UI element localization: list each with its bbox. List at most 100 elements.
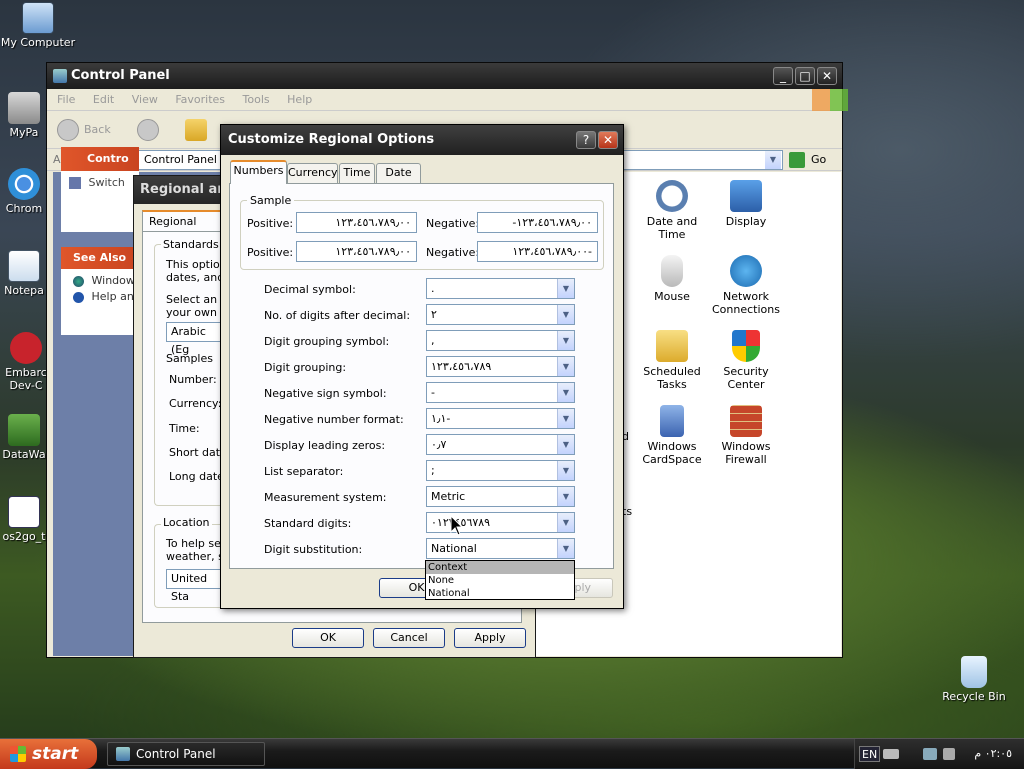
regional-cancel-button[interactable]: Cancel [373,628,445,648]
close-button[interactable]: ✕ [598,131,618,149]
dialog-titlebar[interactable]: Customize Regional Options [221,125,623,155]
tab-regional-options[interactable]: Regional Option [142,210,226,247]
volume-icon[interactable] [943,748,955,760]
regional-apply-button[interactable]: Apply [454,628,526,648]
up-folder-icon[interactable] [185,119,207,141]
desktop-icon-my-computer[interactable]: My Computer [0,2,76,49]
regional-ok-button[interactable]: OK [292,628,364,648]
desktop-icon-label: Embarc Dev-C [5,366,47,392]
cp-item-date-time[interactable]: Date and Time [634,180,710,241]
location-select[interactable]: United Sta [166,569,222,603]
negative-label: Negative: [426,246,480,259]
chevron-down-icon[interactable]: ▼ [557,513,574,532]
forward-icon[interactable] [137,119,159,141]
customize-regional-options-dialog: Customize Regional Options ? ✕ Numbers C… [220,124,624,609]
clock[interactable]: ٠٢:٠٥ م [974,739,1012,769]
cp-item-display[interactable]: Display [708,180,784,228]
dropdown-option-none[interactable]: None [426,574,574,587]
switch-view-link[interactable]: Switch [61,171,139,189]
cp-item-firewall[interactable]: Windows Firewall [708,405,784,466]
chevron-down-icon[interactable]: ▼ [557,461,574,480]
keyboard-icon[interactable] [883,749,899,759]
standard-digits-combo[interactable]: ٠١٢٣٤٥٦٧٨٩ ▼ [426,512,575,533]
sample-long-date-label: Long date: [169,470,228,483]
go-button[interactable]: Go [811,149,826,171]
dropdown-option-national[interactable]: National [426,587,574,600]
leading-zeros-combo[interactable]: ٠٫٧ ▼ [426,434,575,455]
menu-file[interactable]: File [57,93,75,106]
taskbar-item-control-panel[interactable]: Control Panel [107,742,265,766]
cardspace-icon [660,405,684,437]
minimize-button[interactable]: _ [773,67,793,85]
start-label: start [32,744,79,764]
tab-numbers[interactable]: Numbers [230,160,287,184]
start-button[interactable]: start [0,739,97,769]
recycle-bin-icon [961,656,987,688]
chevron-down-icon[interactable]: ▼ [557,331,574,350]
menu-view[interactable]: View [132,93,158,106]
system-tray: EN ٠٢:٠٥ م [854,739,1024,769]
negative-number-format-label: Negative number format: [264,413,404,426]
tab-currency[interactable]: Currency [287,163,338,183]
see-also-link-help[interactable]: Help an [61,287,139,303]
maximize-button[interactable]: □ [795,67,815,85]
location-text: To help ser [166,537,226,550]
negative-number-format-combo[interactable]: ١٫١- ▼ [426,408,575,429]
go-arrow-icon[interactable] [789,152,805,168]
digits-after-decimal-combo[interactable]: ٢ ▼ [426,304,575,325]
cp-item-security-center[interactable]: Security Center [708,330,784,391]
switch-text: Switch [88,176,125,189]
desktop-icon-label: os2go_t [2,530,46,543]
decimal-symbol-combo[interactable]: . ▼ [426,278,575,299]
locale-select[interactable]: Arabic (Eg [166,322,222,356]
negative-sign-symbol-label: Negative sign symbol: [264,387,387,400]
chevron-down-icon[interactable]: ▼ [557,383,574,402]
measurement-system-combo[interactable]: Metric ▼ [426,486,575,507]
window-titlebar[interactable]: Control Panel [47,63,842,89]
combo-value: National [431,542,477,555]
menu-favorites[interactable]: Favorites [175,93,225,106]
cp-item-cardspace[interactable]: Windows CardSpace [634,405,710,466]
negative-sign-symbol-combo[interactable]: - ▼ [426,382,575,403]
chevron-down-icon[interactable]: ▼ [557,357,574,376]
see-also-link-windows[interactable]: Window [61,269,139,287]
menu-edit[interactable]: Edit [93,93,114,106]
notepad-icon [8,250,40,282]
dialog-title: Customize Regional Options [228,132,435,147]
see-also-link-text: Help an [91,290,134,303]
cp-item-label: Windows CardSpace [642,440,702,466]
chevron-down-icon[interactable]: ▼ [557,305,574,324]
shield-icon [732,330,760,362]
menu-help[interactable]: Help [287,93,312,106]
numbers-tabpanel: Sample Positive: ١٢٣،٤٥٦،٧٨٩٫٠٠ Negative… [229,183,614,569]
network-tray-icon[interactable] [923,748,937,760]
dropdown-option-context[interactable]: Context [426,561,574,574]
windows-flag-icon [10,746,26,762]
menu-tools[interactable]: Tools [243,93,270,106]
digit-substitution-combo[interactable]: National ▼ [426,538,575,559]
cp-item-label: Display [725,215,767,228]
cp-item-mouse[interactable]: Mouse [634,255,710,303]
digit-grouping-symbol-combo[interactable]: , ▼ [426,330,575,351]
see-also-title: See Also [73,251,127,264]
cp-item-scheduled-tasks[interactable]: Scheduled Tasks [634,330,710,391]
back-icon[interactable] [57,119,79,141]
back-button-label[interactable]: Back [84,123,111,136]
help-button[interactable]: ? [576,131,596,149]
cp-item-network[interactable]: Network Connections [708,255,784,316]
address-dropdown-arrow[interactable]: ▼ [765,151,781,169]
chevron-down-icon[interactable]: ▼ [557,539,574,558]
tab-time[interactable]: Time [339,163,375,183]
tab-date[interactable]: Date [376,163,421,183]
mouse-cursor-icon [450,515,464,536]
chevron-down-icon[interactable]: ▼ [557,487,574,506]
chevron-down-icon[interactable]: ▼ [557,435,574,454]
language-indicator[interactable]: EN [859,746,881,762]
list-separator-combo[interactable]: ; ▼ [426,460,575,481]
desktop-icon-recycle-bin[interactable]: Recycle Bin [936,656,1012,703]
digit-grouping-combo[interactable]: ١٢٣،٤٥٦،٧٨٩ ▼ [426,356,575,377]
close-button[interactable]: ✕ [817,67,837,85]
chevron-down-icon[interactable]: ▼ [557,279,574,298]
see-also-panel: See Also Window Help an [61,247,139,335]
chevron-down-icon[interactable]: ▼ [557,409,574,428]
